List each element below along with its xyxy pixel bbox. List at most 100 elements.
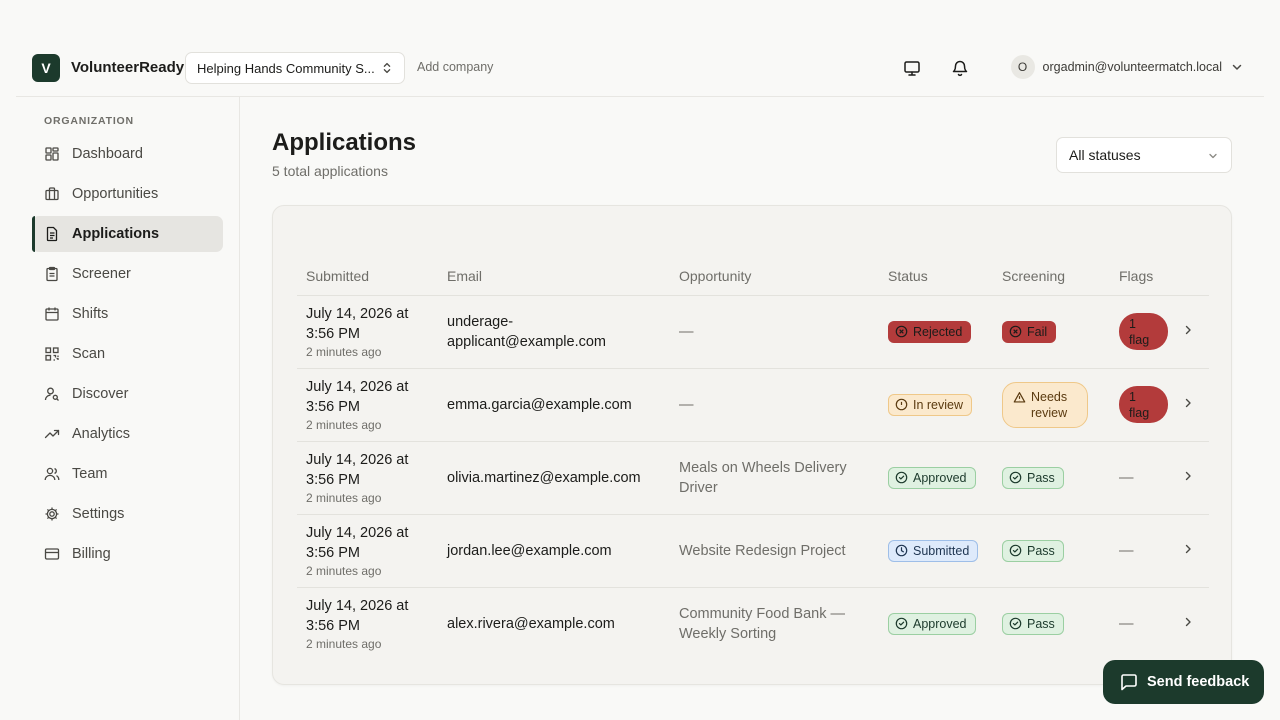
submitted-time: 3:56 PM [306, 544, 360, 561]
screening-badge: Needs review [1002, 381, 1088, 428]
sidebar-item-label: Analytics [72, 426, 131, 442]
dashboard-icon [45, 147, 59, 161]
flags-empty: — [1119, 615, 1134, 632]
bell-icon[interactable] [950, 58, 970, 78]
status-cell: In review [879, 368, 993, 442]
opportunity-name[interactable]: Meals on Wheels Delivery Driver [679, 458, 859, 498]
add-company-link[interactable]: Add company [417, 60, 493, 74]
chevrons-up-down-icon [383, 62, 391, 74]
screening-badge: Pass [1002, 539, 1064, 562]
opportunity-name[interactable]: Website Redesign Project [679, 541, 879, 561]
table-header-row: Submitted Email Opportunity Status Scree… [297, 258, 1209, 296]
flag-badge[interactable]: 1 flag [1119, 386, 1168, 423]
table-row[interactable]: July 14, 2026 at 3:56 PM 2 minutes ago a… [297, 587, 1209, 660]
submitted-relative: 2 minutes ago [306, 417, 382, 432]
chevron-right-icon[interactable] [1181, 542, 1195, 556]
table-row[interactable]: July 14, 2026 at 3:56 PM 2 minutes ago o… [297, 441, 1209, 515]
sidebar-item-scan[interactable]: Scan [32, 336, 223, 372]
email-cell: jordan.lee@example.com [438, 514, 670, 588]
applicant-email: underage-applicant@example.com [447, 313, 606, 350]
sidebar-item-label: Billing [72, 546, 111, 562]
sidebar-item-label: Settings [72, 506, 125, 522]
flags-cell: — [1110, 514, 1172, 588]
screening-badge-label: Needs review [1031, 389, 1068, 420]
x-circle-icon [895, 325, 908, 338]
row-action-cell [1172, 514, 1209, 588]
table-row[interactable]: July 14, 2026 at 3:56 PM 2 minutes ago j… [297, 514, 1209, 588]
sidebar-item-billing[interactable]: Billing [32, 536, 223, 572]
submitted-relative: 2 minutes ago [306, 344, 382, 359]
status-badge: Submitted [888, 539, 979, 562]
user-search-icon [44, 387, 59, 401]
column-header-screening[interactable]: Screening [993, 258, 1110, 296]
brand-name[interactable]: VolunteerReady [71, 59, 184, 76]
submitted-cell: July 14, 2026 at 3:56 PM 2 minutes ago [297, 587, 438, 660]
submitted-time: 3:56 PM [306, 471, 360, 488]
sidebar-item-shifts[interactable]: Shifts [32, 296, 223, 332]
status-badge: In review [888, 393, 973, 416]
clipboard-icon [46, 266, 58, 282]
row-action-cell [1172, 368, 1209, 442]
row-action-cell [1172, 441, 1209, 515]
applications-card: Submitted Email Opportunity Status Scree… [272, 205, 1232, 685]
screening-badge-label: Pass [1027, 543, 1055, 558]
flag-badge[interactable]: 1 flag [1119, 313, 1168, 350]
screening-cell: Needs review [993, 368, 1110, 442]
screening-badge: Pass [1002, 466, 1064, 489]
submitted-date: July 14, 2026 at [306, 378, 409, 395]
chevron-right-icon[interactable] [1181, 323, 1195, 337]
sidebar-item-team[interactable]: Team [32, 456, 223, 492]
sidebar-heading: ORGANIZATION [44, 115, 134, 127]
sidebar-item-analytics[interactable]: Analytics [32, 416, 223, 452]
status-badge: Approved [888, 612, 976, 635]
flags-cell: 1 flag [1110, 295, 1172, 369]
chevron-down-icon [1232, 64, 1242, 70]
brand-logo[interactable]: V [32, 54, 60, 82]
sidebar-item-dashboard[interactable]: Dashboard [32, 136, 223, 172]
sidebar-item-discover[interactable]: Discover [32, 376, 223, 412]
alert-circle-icon [895, 398, 908, 411]
send-feedback-button[interactable]: Send feedback [1103, 660, 1264, 704]
table-row[interactable]: July 14, 2026 at 3:56 PM 2 minutes ago u… [297, 295, 1209, 369]
column-header-flags[interactable]: Flags [1110, 258, 1172, 296]
screening-badge: Fail [1002, 320, 1057, 343]
flags-cell: 1 flag [1110, 368, 1172, 442]
avatar: O [1010, 55, 1035, 79]
sidebar-nav: Dashboard Opportunities Applications Scr… [32, 136, 223, 576]
column-header-status[interactable]: Status [879, 258, 993, 296]
status-cell: Approved [879, 441, 993, 515]
column-header-submitted[interactable]: Submitted [297, 258, 438, 296]
chevron-right-icon[interactable] [1181, 396, 1195, 410]
sidebar-item-applications[interactable]: Applications [32, 216, 223, 252]
opportunity-cell: Community Food Bank — Weekly Sorting [670, 587, 879, 660]
submitted-time: 3:56 PM [306, 617, 360, 634]
screening-cell: Pass [993, 441, 1110, 515]
screening-badge-label: Pass [1027, 616, 1055, 631]
page-subtitle: 5 total applications [272, 163, 388, 179]
submitted-cell: July 14, 2026 at 3:56 PM 2 minutes ago [297, 441, 438, 515]
monitor-icon[interactable] [902, 58, 922, 78]
status-filter-select[interactable]: All statuses [1056, 137, 1232, 173]
sidebar-item-screener[interactable]: Screener [32, 256, 223, 292]
screening-badge-label: Pass [1027, 470, 1055, 485]
column-header-opportunity[interactable]: Opportunity [670, 258, 879, 296]
submitted-relative: 2 minutes ago [306, 563, 382, 578]
user-menu[interactable]: O orgadmin@volunteermatch.local [1010, 55, 1244, 79]
status-filter-value: All statuses [1069, 147, 1141, 163]
organization-select[interactable]: Helping Hands Community S... [185, 52, 405, 84]
column-header-email[interactable]: Email [438, 258, 670, 296]
applicant-email: alex.rivera@example.com [447, 615, 615, 632]
sidebar-item-label: Applications [72, 226, 160, 242]
check-circle-icon [1009, 471, 1022, 484]
opportunity-name[interactable]: Community Food Bank — Weekly Sorting [679, 604, 859, 644]
top-bar: V VolunteerReady Helping Hands Community… [16, 38, 1264, 97]
sidebar-item-settings[interactable]: Settings [32, 496, 223, 532]
flags-cell: — [1110, 441, 1172, 515]
row-action-cell [1172, 295, 1209, 369]
sidebar-item-label: Discover [72, 386, 129, 402]
chevron-right-icon[interactable] [1181, 469, 1195, 483]
chevron-right-icon[interactable] [1181, 615, 1195, 629]
check-circle-icon [1009, 617, 1022, 630]
sidebar-item-opportunities[interactable]: Opportunities [32, 176, 223, 212]
table-row[interactable]: July 14, 2026 at 3:56 PM 2 minutes ago e… [297, 368, 1209, 442]
